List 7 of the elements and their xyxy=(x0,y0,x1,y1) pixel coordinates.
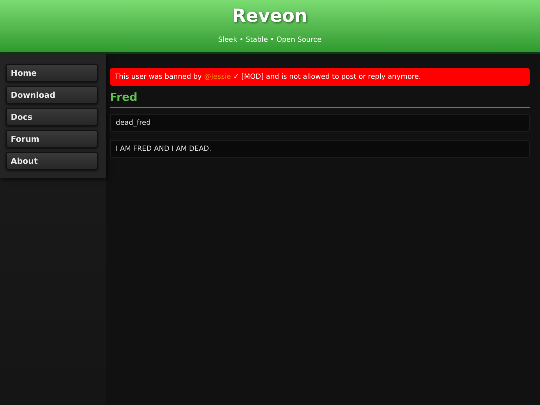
profile-name: Fred xyxy=(110,91,530,108)
nav-button[interactable]: Forum xyxy=(6,130,98,148)
nav-button[interactable]: About xyxy=(6,152,98,170)
nav-button[interactable]: Download xyxy=(6,86,98,104)
site-title: Reveon xyxy=(232,5,308,29)
nav-button[interactable]: Home xyxy=(6,64,98,82)
nav-button[interactable]: Docs xyxy=(6,108,98,126)
